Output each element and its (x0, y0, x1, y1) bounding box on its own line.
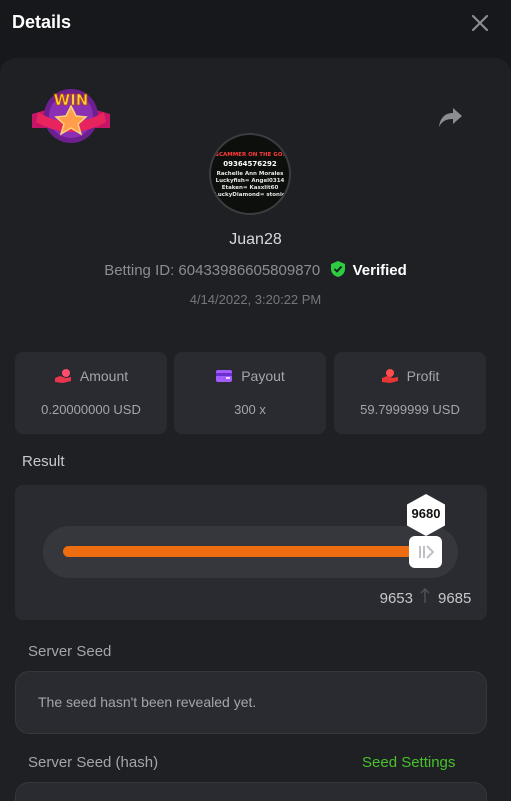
avatar: SCAMMER ON THE GO! 09364576292 Rachelle … (209, 133, 291, 215)
payout-value: 300 x (234, 402, 266, 417)
badge-text: WIN (54, 91, 89, 109)
payout-card: Payout 300 x (174, 352, 326, 434)
username: Juan28 (229, 231, 282, 248)
verified-shield-icon (331, 261, 346, 277)
server-seed-title: Server Seed (28, 643, 112, 660)
bet-date: 4/14/2022, 3:20:22 PM (189, 292, 322, 307)
avatar-line: Etaken= Kasxlit60 (221, 185, 279, 191)
payout-label: Payout (241, 368, 285, 384)
wallet-icon (216, 370, 233, 382)
hand-coin-icon (54, 369, 71, 383)
result-value: 9680 (411, 506, 441, 521)
page-title: Details (12, 12, 72, 32)
server-seed-hash-title: Server Seed (hash) (28, 754, 159, 771)
result-slider-handle[interactable] (409, 536, 442, 568)
amount-value: 0.20000000 USD (41, 402, 141, 417)
server-seed-text: The seed hasn't been revealed yet. (38, 694, 257, 710)
betting-id-label: Betting ID: (104, 262, 175, 279)
seed-settings-link[interactable]: Seed Settings (362, 754, 455, 771)
slider-grip-icon (419, 545, 435, 559)
avatar-line: SCAMMER ON THE GO! (214, 152, 286, 158)
amount-label: Amount (79, 368, 129, 384)
result-slider-fill (63, 546, 417, 557)
avatar-line: LuckyDiamond= stonio (214, 192, 286, 198)
win-badge-icon: WIN (32, 89, 110, 143)
amount-card: Amount 0.20000000 USD (15, 352, 167, 434)
hand-profit-icon (381, 369, 398, 383)
betting-id-row: Betting ID: 60433986605809870 Verified (0, 261, 511, 279)
close-icon[interactable] (470, 13, 490, 33)
server-seed-hash-field (15, 782, 487, 801)
avatar-line: 09364576292 (223, 160, 277, 168)
arrow-up-icon (420, 587, 430, 603)
result-title: Result (22, 453, 65, 470)
header: Details (0, 0, 511, 46)
profit-card: Profit 59.7999999 USD (334, 352, 486, 434)
verified-label: Verified (352, 262, 407, 279)
result-max: 9685 (438, 590, 472, 607)
profit-label: Profit (406, 368, 440, 384)
avatar-line: Luckyfish= Angel0314 (215, 178, 285, 184)
result-min: 9653 (379, 590, 413, 607)
profit-value: 59.7999999 USD (360, 402, 460, 417)
avatar-line: Rachelle Ann Morales (216, 171, 284, 177)
share-icon[interactable] (436, 104, 464, 130)
betting-id: 60433986605809870 (178, 262, 321, 279)
